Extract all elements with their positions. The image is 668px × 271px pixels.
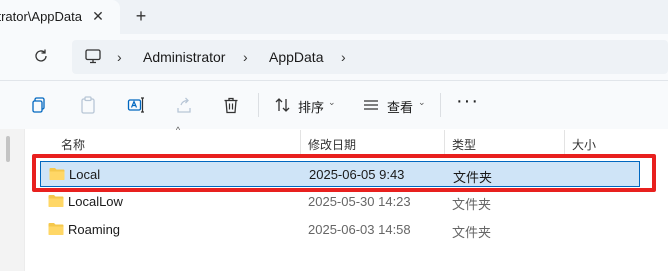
column-resize-handle[interactable] <box>444 130 445 154</box>
chevron-down-icon: ⌄ <box>328 97 336 107</box>
navigation-pane <box>0 129 24 271</box>
view-label: 查看 <box>387 100 414 115</box>
column-resize-handle[interactable] <box>564 130 565 154</box>
breadcrumb-appdata[interactable]: AppData <box>269 48 323 66</box>
new-tab-button[interactable]: + <box>133 7 149 25</box>
close-icon[interactable]: ✕ <box>90 8 106 24</box>
refresh-icon[interactable] <box>32 47 50 65</box>
folder-icon <box>48 195 64 207</box>
column-resize-handle[interactable] <box>300 130 301 154</box>
copy-icon[interactable] <box>79 96 97 114</box>
pane-divider[interactable] <box>24 129 25 271</box>
computer-icon[interactable] <box>84 47 102 65</box>
chevron-down-icon: ⌄ <box>418 97 426 107</box>
folder-icon <box>48 223 64 235</box>
sort-label: 排序 <box>298 100 325 115</box>
toolbar-divider <box>440 93 441 117</box>
column-header-date-modified[interactable]: 修改日期 <box>308 136 356 152</box>
file-date-modified: 2025-06-03 14:58 <box>308 222 411 237</box>
breadcrumb-separator[interactable]: › <box>117 50 127 64</box>
view-button[interactable]: 查看 ⌄ <box>362 95 428 115</box>
view-icon <box>364 100 378 110</box>
file-date-modified: 2025-05-30 14:23 <box>308 194 411 209</box>
breadcrumb-separator[interactable]: › <box>341 50 351 64</box>
file-name: Roaming <box>68 222 121 237</box>
file-type: 文件夹 <box>452 225 492 240</box>
highlight-annotation <box>32 154 656 192</box>
file-row-roaming[interactable]: Roaming 2025-06-03 14:58 文件夹 <box>40 217 640 243</box>
cut-icon[interactable] <box>30 96 48 114</box>
share-icon[interactable] <box>175 96 193 114</box>
navigation-scrollbar[interactable] <box>6 136 10 162</box>
more-options-button[interactable]: ··· <box>456 91 478 114</box>
breadcrumb-administrator[interactable]: Administrator <box>143 48 225 66</box>
column-header-size[interactable]: 大小 <box>572 136 596 152</box>
toolbar-divider <box>258 93 259 117</box>
tab-title: istrator\AppData <box>0 9 82 24</box>
file-row-locallow[interactable]: LocalLow 2025-05-30 14:23 文件夹 <box>40 189 640 215</box>
breadcrumb-separator[interactable]: › <box>243 50 253 64</box>
sort-ascending-icon: ^ <box>175 125 181 135</box>
file-type: 文件夹 <box>452 197 492 212</box>
sort-icon <box>275 98 290 112</box>
column-header-name[interactable]: 名称 <box>61 136 85 152</box>
file-name: LocalLow <box>68 194 123 209</box>
column-header-type[interactable]: 类型 <box>452 136 476 152</box>
delete-icon[interactable] <box>222 96 240 114</box>
rename-icon[interactable] <box>127 96 145 114</box>
sort-button[interactable]: 排序 ⌄ <box>274 95 338 115</box>
